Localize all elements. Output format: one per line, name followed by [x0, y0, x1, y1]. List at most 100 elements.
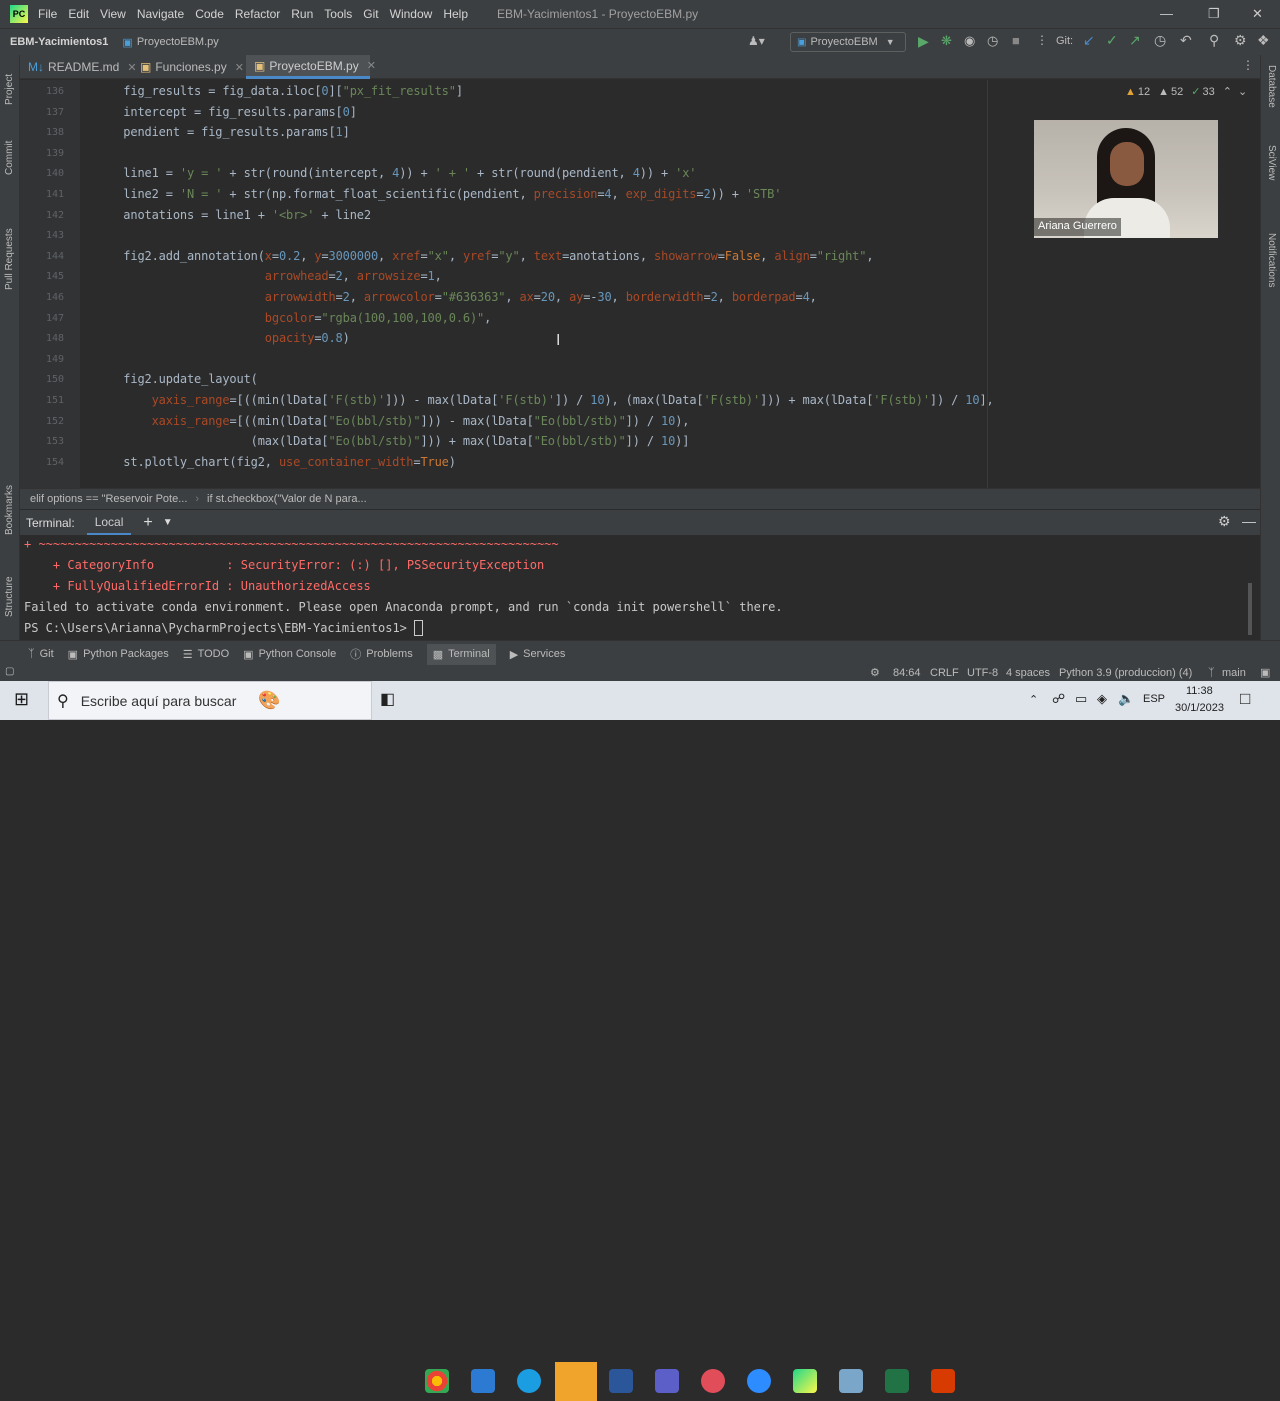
- minimize-icon[interactable]: —: [1160, 6, 1173, 21]
- tool-python-packages[interactable]: ▣ Python Packages: [68, 648, 169, 661]
- menu-help[interactable]: Help: [443, 7, 468, 21]
- tool-git[interactable]: ᛉ Git: [28, 648, 54, 660]
- python-interpreter[interactable]: Python 3.9 (produccion) (4): [1059, 667, 1192, 679]
- word-icon[interactable]: [609, 1369, 633, 1393]
- run-config-select[interactable]: ▣ ProyectoEBM ▼: [790, 32, 906, 52]
- pull-requests-tool-label[interactable]: Pull Requests: [4, 228, 15, 290]
- tab-readme[interactable]: M↓ README.md ✕: [20, 55, 137, 79]
- restore-icon[interactable]: ❐: [1208, 6, 1220, 22]
- menu-edit[interactable]: Edit: [68, 7, 89, 21]
- terminal-tab-local[interactable]: Local: [86, 510, 132, 535]
- structure-tool-label[interactable]: Structure: [4, 576, 15, 617]
- close-tab-icon[interactable]: ✕: [235, 61, 244, 74]
- settings-icon[interactable]: ⚙: [1234, 32, 1247, 49]
- zoom-icon[interactable]: [747, 1369, 771, 1393]
- git-push-icon[interactable]: ↗: [1129, 32, 1141, 49]
- tool-python-console[interactable]: ▣ Python Console: [243, 648, 336, 661]
- terminal-output[interactable]: + ~~~~~~~~~~~~~~~~~~~~~~~~~~~~~~~~~~~~~~…: [20, 535, 1252, 640]
- taskbar-search[interactable]: ⚲ Escribe aquí para buscar 🎨: [48, 681, 372, 720]
- tab-proyectoebm[interactable]: ▣ ProyectoEBM.py ✕: [246, 55, 376, 79]
- code-line[interactable]: line2 = 'N = ' + str(np.format_float_sci…: [95, 187, 781, 201]
- debug-icon[interactable]: ❋: [941, 33, 952, 49]
- store-icon[interactable]: [471, 1369, 495, 1393]
- plugins-icon[interactable]: ❖: [1257, 32, 1270, 49]
- more-icon[interactable]: ⋮: [1036, 33, 1048, 47]
- database-tool-label[interactable]: Database: [1266, 65, 1277, 108]
- code-line[interactable]: anotations = line1 + '<br>' + line2: [95, 208, 371, 222]
- menu-file[interactable]: File: [38, 7, 57, 21]
- code-line[interactable]: pendient = fig_results.params[1]: [95, 125, 350, 139]
- code-line[interactable]: opacity=0.8): [95, 331, 350, 345]
- coverage-icon[interactable]: ◉: [964, 33, 975, 49]
- menu-view[interactable]: View: [100, 7, 126, 21]
- app-icon[interactable]: [839, 1369, 863, 1393]
- clock-date[interactable]: 30/1/2023: [1175, 702, 1224, 714]
- notifications-icon[interactable]: □: [1240, 689, 1250, 709]
- git-update-icon[interactable]: ↙: [1083, 32, 1095, 49]
- windows-start-icon[interactable]: ⊞: [14, 689, 29, 710]
- app-icon[interactable]: [701, 1369, 725, 1393]
- tab-menu-icon[interactable]: ⋮: [1242, 58, 1254, 72]
- wifi-icon[interactable]: ◈: [1097, 691, 1107, 707]
- menu-window[interactable]: Window: [390, 7, 433, 21]
- code-line[interactable]: (max(lData["Eo(bbl/stb)"])) + max(lData[…: [95, 434, 690, 448]
- clock-time[interactable]: 11:38: [1186, 685, 1213, 697]
- close-icon[interactable]: ✕: [1252, 6, 1263, 22]
- tab-funciones[interactable]: ▣ Funciones.py ✕: [132, 55, 250, 79]
- task-view-icon[interactable]: ◧: [380, 689, 395, 709]
- file-explorer-icon[interactable]: [555, 1362, 597, 1401]
- pycharm-taskbar-icon[interactable]: [793, 1369, 817, 1393]
- menu-refactor[interactable]: Refactor: [235, 7, 280, 21]
- code-line[interactable]: st.plotly_chart(fig2, use_container_widt…: [95, 455, 456, 469]
- language-indicator[interactable]: ESP: [1143, 693, 1165, 705]
- run-icon[interactable]: ▶: [918, 33, 929, 50]
- chevron-down-icon[interactable]: ⌄: [1238, 85, 1245, 98]
- code-line[interactable]: intercept = fig_results.params[0]: [95, 105, 357, 119]
- code-line[interactable]: line1 = 'y = ' + str(round(intercept, 4)…: [95, 166, 696, 180]
- inspection-widget[interactable]: ▲ 12 ▲ 52 ✓ 33 ⌃ ⌄: [1125, 85, 1245, 99]
- terminal-scrollbar[interactable]: [1248, 583, 1252, 635]
- edge-icon[interactable]: [517, 1369, 541, 1393]
- close-tab-icon[interactable]: ✕: [367, 59, 376, 72]
- code-line[interactable]: bgcolor="rgba(100,100,100,0.6)",: [95, 311, 492, 325]
- tool-services[interactable]: ▶ Services: [510, 648, 566, 661]
- status-layout-icon[interactable]: ▢: [5, 666, 14, 677]
- git-commit-icon[interactable]: ✓: [1106, 32, 1118, 49]
- terminal-prompt[interactable]: PS C:\Users\Arianna\PycharmProjects\EBM-…: [24, 620, 424, 636]
- chevron-up-icon[interactable]: ⌃: [1029, 693, 1038, 706]
- code-line[interactable]: arrowhead=2, arrowsize=1,: [95, 269, 442, 283]
- code-line[interactable]: fig_results = fig_data.iloc[0]["px_fit_r…: [95, 84, 463, 98]
- line-separator[interactable]: CRLF: [930, 667, 959, 679]
- code-line[interactable]: arrowwidth=2, arrowcolor="#636363", ax=2…: [95, 290, 817, 304]
- code-line[interactable]: fig2.update_layout(: [95, 372, 258, 386]
- breadcrumb-item[interactable]: if st.checkbox("Valor de N para...: [207, 493, 367, 505]
- battery-icon[interactable]: ▭: [1075, 691, 1087, 707]
- powerpoint-icon[interactable]: [931, 1369, 955, 1393]
- project-tool-label[interactable]: Project: [4, 74, 15, 105]
- search-icon[interactable]: ⚲: [1209, 32, 1219, 49]
- bookmarks-tool-label[interactable]: Bookmarks: [4, 485, 15, 535]
- network-icon[interactable]: ☍: [1052, 691, 1065, 707]
- volume-icon[interactable]: 🔈: [1118, 691, 1134, 707]
- menu-run[interactable]: Run: [291, 7, 313, 21]
- file-encoding[interactable]: UTF-8: [967, 667, 998, 679]
- sciview-tool-label[interactable]: SciView: [1266, 145, 1277, 180]
- notifications-tool-label[interactable]: Notifications: [1266, 233, 1277, 287]
- tool-problems[interactable]: ⓘ Problems: [350, 646, 412, 662]
- menu-git[interactable]: Git: [363, 7, 378, 21]
- tool-terminal[interactable]: ▩ Terminal: [426, 643, 496, 665]
- chevron-down-icon[interactable]: ▼: [163, 517, 173, 528]
- chevron-up-icon[interactable]: ⌃: [1223, 85, 1232, 98]
- code-line[interactable]: xaxis_range=[((min(lData["Eo(bbl/stb)"])…: [95, 414, 690, 428]
- code-line[interactable]: yaxis_range=[((min(lData['F(stb)'])) - m…: [95, 393, 994, 407]
- menu-tools[interactable]: Tools: [324, 7, 352, 21]
- menu-navigate[interactable]: Navigate: [137, 7, 184, 21]
- commit-tool-label[interactable]: Commit: [4, 141, 15, 175]
- tool-todo[interactable]: ☰ TODO: [183, 648, 229, 661]
- menu-code[interactable]: Code: [195, 7, 224, 21]
- breadcrumb-file[interactable]: ProyectoEBM.py: [137, 36, 219, 48]
- git-branch[interactable]: main: [1222, 667, 1246, 679]
- settings-icon[interactable]: ⚙: [1218, 513, 1231, 530]
- excel-icon[interactable]: [885, 1369, 909, 1393]
- indent-setting[interactable]: 4 spaces: [1006, 667, 1050, 679]
